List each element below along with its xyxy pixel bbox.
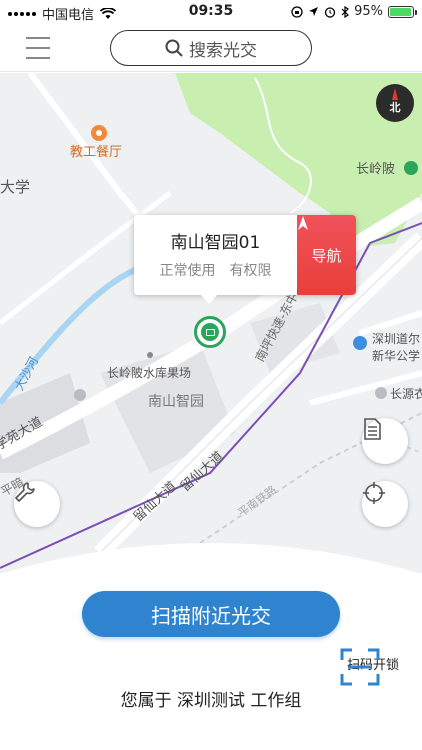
map-label-reservoir-farm: 长岭陂水库果场	[107, 366, 192, 380]
site-title: 南山智园01	[170, 233, 261, 253]
school-icon	[353, 336, 367, 350]
bluetooth-icon	[341, 5, 350, 18]
status-bar: 中国电信 09:35 95%	[0, 0, 422, 24]
hamburger-menu-icon[interactable]	[26, 37, 50, 59]
group-membership: 您属于 深圳测试 工作组	[0, 686, 422, 711]
compass-label: 北	[389, 101, 401, 114]
wrench-icon	[15, 482, 35, 502]
group-suffix: 工作组	[250, 691, 302, 711]
tools-button[interactable]	[14, 481, 60, 527]
navigation-arrow-icon	[298, 216, 308, 230]
map-label-canteen: 教工餐厅	[70, 145, 123, 160]
bottom-panel-shape	[0, 543, 422, 750]
site-popup[interactable]: 南山智园01 正常使用 有权限 导航	[134, 215, 356, 304]
metro-icon	[404, 161, 418, 175]
scan-unlock-button[interactable]: 扫码开锁	[340, 648, 406, 686]
map-label-nanshan-zhiyuan: 南山智园	[148, 394, 204, 410]
battery-percent: 95%	[354, 4, 383, 19]
map-label-shenzhen-road: 深圳道尔	[372, 332, 421, 346]
site-status: 正常使用	[159, 263, 216, 279]
map-label-university: 大学	[0, 178, 31, 196]
navigate-button[interactable]: 导航	[297, 215, 356, 295]
locate-button[interactable]	[362, 481, 408, 527]
map-label-changlingpi: 长岭陂	[356, 162, 396, 177]
scan-code-icon	[340, 648, 380, 686]
site-info[interactable]: 南山智园01 正常使用 有权限	[134, 215, 297, 295]
navigate-label: 导航	[311, 246, 342, 265]
compass-needle-icon	[392, 88, 398, 100]
crosshair-locate-icon	[363, 482, 385, 504]
battery-icon	[388, 5, 417, 18]
rotation-lock-icon	[291, 5, 303, 18]
list-button[interactable]	[362, 418, 408, 464]
status-right: 95%	[291, 4, 417, 19]
compass-button[interactable]: 北	[376, 84, 414, 122]
group-prefix: 您属于	[120, 691, 172, 711]
map-view[interactable]: 教工餐厅 大学 长岭陂 长岭陂水库果场 南山智园 深圳道尔 新华公学 长源衣 大…	[0, 73, 422, 573]
group-name: 深圳测试	[177, 691, 245, 711]
scan-nearby-button[interactable]: 扫描附近光交	[82, 591, 340, 637]
map-label-xinhua-school: 新华公学	[372, 349, 421, 363]
fiber-box-marker-icon[interactable]	[194, 316, 226, 348]
document-list-icon	[364, 418, 381, 440]
popup-pointer	[200, 294, 218, 304]
site-subtitle: 正常使用 有权限	[134, 260, 297, 280]
location-arrow-icon	[309, 7, 319, 16]
bottom-panel: 扫描附近光交 您属于 深圳测试 工作组 扫码开锁	[0, 540, 422, 750]
top-bar: 搜索光交	[0, 24, 422, 72]
search-icon	[165, 39, 183, 57]
map-label-changyuan: 长源衣	[390, 387, 422, 401]
alarm-icon	[324, 6, 336, 18]
battery-fill	[390, 7, 411, 16]
site-permission: 有权限	[229, 263, 272, 279]
search-input[interactable]: 搜索光交	[110, 30, 312, 66]
search-placeholder: 搜索光交	[189, 40, 257, 61]
